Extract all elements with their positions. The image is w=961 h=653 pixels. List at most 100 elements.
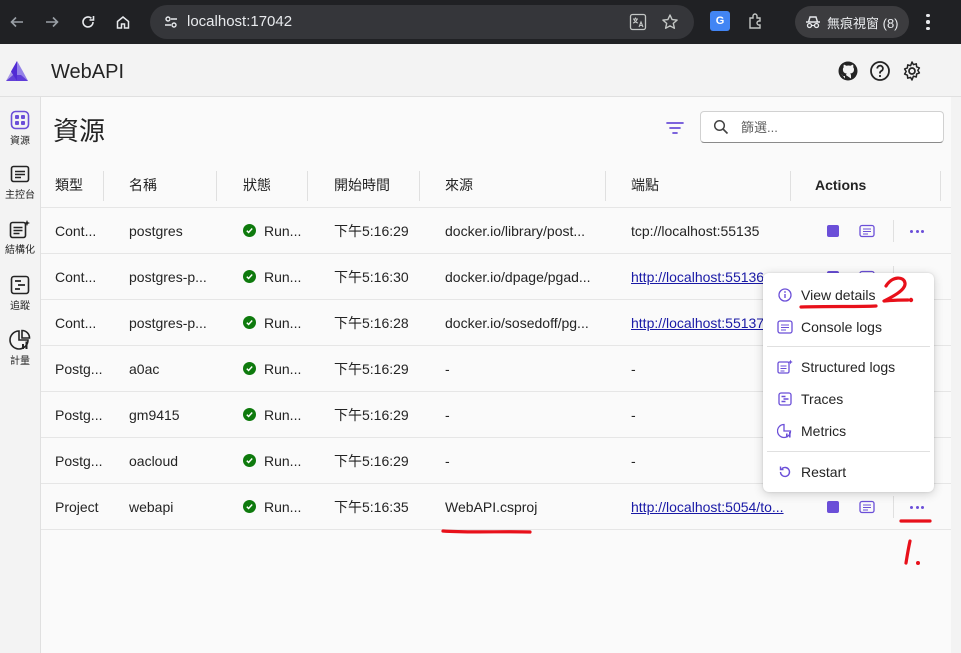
console-logs-icon	[777, 319, 793, 335]
header-actions: Actions	[815, 177, 867, 193]
state-label: Run...	[264, 360, 302, 377]
app-logo[interactable]	[5, 60, 29, 82]
sidebar-item-traces[interactable]: 追蹤	[0, 274, 40, 312]
traces-icon	[777, 391, 793, 407]
menu-item-label: Restart	[801, 464, 847, 480]
cell-start-time: 下午5:16:35	[334, 498, 409, 515]
menu-item-console-logs[interactable]: Console logs	[763, 313, 934, 341]
table-row[interactable]: Cont... postgres Run... 下午5:16:29 docker.io/…	[41, 208, 952, 254]
cell-start-time: 下午5:16:30	[334, 268, 409, 285]
header-type[interactable]: 類型	[55, 163, 115, 207]
app-header: WebAPI	[0, 44, 961, 97]
endpoint-link: tcp://localhost:55135	[631, 222, 760, 239]
filter-icon[interactable]	[664, 117, 686, 139]
more-actions-icon[interactable]	[907, 222, 927, 240]
extensions-translate-icon[interactable]: G	[710, 11, 730, 31]
header-state[interactable]: 狀態	[243, 163, 323, 207]
console-icon	[8, 163, 32, 185]
reload-icon[interactable]	[74, 8, 102, 36]
incognito-label: 無痕視窗 (8)	[827, 15, 899, 31]
menu-item-traces[interactable]: Traces	[763, 385, 934, 413]
cell-source: docker.io/library/post...	[445, 222, 586, 239]
sidebar-item-structured[interactable]: 結構化	[0, 218, 40, 256]
menu-divider	[767, 451, 930, 452]
cell-type: Postg...	[55, 360, 103, 377]
stop-icon[interactable]	[827, 225, 839, 237]
cell-type: Cont...	[55, 222, 97, 239]
endpoint-link: -	[631, 406, 636, 423]
help-icon[interactable]	[868, 59, 892, 83]
state-label: Run...	[264, 452, 302, 469]
search-box[interactable]	[700, 111, 944, 143]
menu-item-view-details[interactable]: View details	[763, 281, 934, 309]
cell-name: webapi	[129, 498, 174, 515]
cell-name: gm9415	[129, 406, 180, 423]
scrollbar[interactable]	[951, 97, 961, 653]
endpoint-link[interactable]: http://localhost:55137	[631, 315, 764, 331]
home-icon[interactable]	[109, 8, 137, 36]
sidebar-item-label: 主控台	[5, 190, 35, 201]
github-icon[interactable]	[836, 59, 860, 83]
cell-type: Project	[55, 498, 99, 515]
metrics-icon	[777, 423, 793, 439]
restart-icon	[777, 464, 793, 480]
menu-item-metrics[interactable]: Metrics	[763, 417, 934, 445]
action-divider	[893, 220, 894, 242]
header-source[interactable]: 來源	[445, 163, 605, 207]
sidebar-item-console[interactable]: 主控台	[0, 163, 40, 201]
address-bar[interactable]: localhost:17042	[150, 5, 694, 39]
back-icon[interactable]	[3, 8, 31, 36]
console-logs-icon[interactable]	[859, 224, 875, 238]
endpoint-link[interactable]: http://localhost:55136	[631, 269, 764, 285]
site-info-icon[interactable]	[160, 11, 182, 33]
running-status-icon	[243, 270, 256, 283]
more-actions-icon[interactable]	[907, 498, 927, 516]
settings-icon[interactable]	[900, 59, 924, 83]
search-icon	[713, 119, 729, 135]
cell-type: Cont...	[55, 314, 97, 331]
cell-name: postgres	[129, 222, 183, 239]
cell-source: -	[445, 406, 450, 423]
running-status-icon	[243, 316, 256, 329]
cell-source: -	[445, 452, 450, 469]
endpoint-link[interactable]: http://localhost:5054/to...	[631, 499, 784, 515]
header-endpoint[interactable]: 端點	[631, 163, 797, 207]
kebab-menu-icon[interactable]	[918, 11, 938, 33]
endpoint-link: -	[631, 452, 636, 469]
sidebar-item-resources[interactable]: 資源	[0, 109, 40, 147]
stop-icon[interactable]	[827, 501, 839, 513]
menu-item-label: View details	[801, 287, 876, 303]
header-name[interactable]: 名稱	[129, 163, 225, 207]
cell-source: docker.io/dpage/pgad...	[445, 268, 591, 285]
forward-icon[interactable]	[38, 8, 66, 36]
sidebar-item-label: 資源	[10, 136, 30, 147]
cell-state: Run...	[243, 438, 323, 483]
sidebar: 資源 主控台 結構化 追蹤 計量	[0, 97, 40, 653]
menu-divider	[767, 346, 930, 347]
menu-item-label: Metrics	[801, 423, 847, 439]
sidebar-item-metrics[interactable]: 計量	[0, 329, 40, 367]
running-status-icon	[243, 362, 256, 375]
resource-actions-menu: View details Console logs Structured log…	[763, 273, 934, 492]
star-icon[interactable]	[660, 12, 680, 32]
translate-icon[interactable]	[628, 12, 648, 32]
incognito-icon	[806, 16, 820, 29]
console-logs-icon[interactable]	[859, 500, 875, 514]
url-text[interactable]: localhost:17042	[187, 13, 292, 30]
cell-start-time: 下午5:16:29	[334, 452, 409, 469]
extensions-icon[interactable]	[746, 11, 766, 31]
cell-endpoint: tcp://localhost:55135	[631, 208, 797, 253]
menu-item-structured-logs[interactable]: Structured logs	[763, 353, 934, 381]
incognito-badge[interactable]: 無痕視窗 (8)	[795, 6, 909, 38]
cell-start-time: 下午5:16:29	[334, 360, 409, 377]
cell-type: Postg...	[55, 452, 103, 469]
structured-icon	[8, 218, 32, 240]
state-label: Run...	[264, 222, 302, 239]
endpoint-link: -	[631, 360, 636, 377]
menu-item-restart[interactable]: Restart	[763, 458, 934, 486]
search-input[interactable]	[741, 117, 931, 137]
cell-source: -	[445, 360, 450, 377]
browser-toolbar: localhost:17042 G 無痕視窗 (8)	[0, 0, 961, 44]
menu-item-label: Traces	[801, 391, 844, 407]
menu-item-label: Structured logs	[801, 359, 896, 375]
